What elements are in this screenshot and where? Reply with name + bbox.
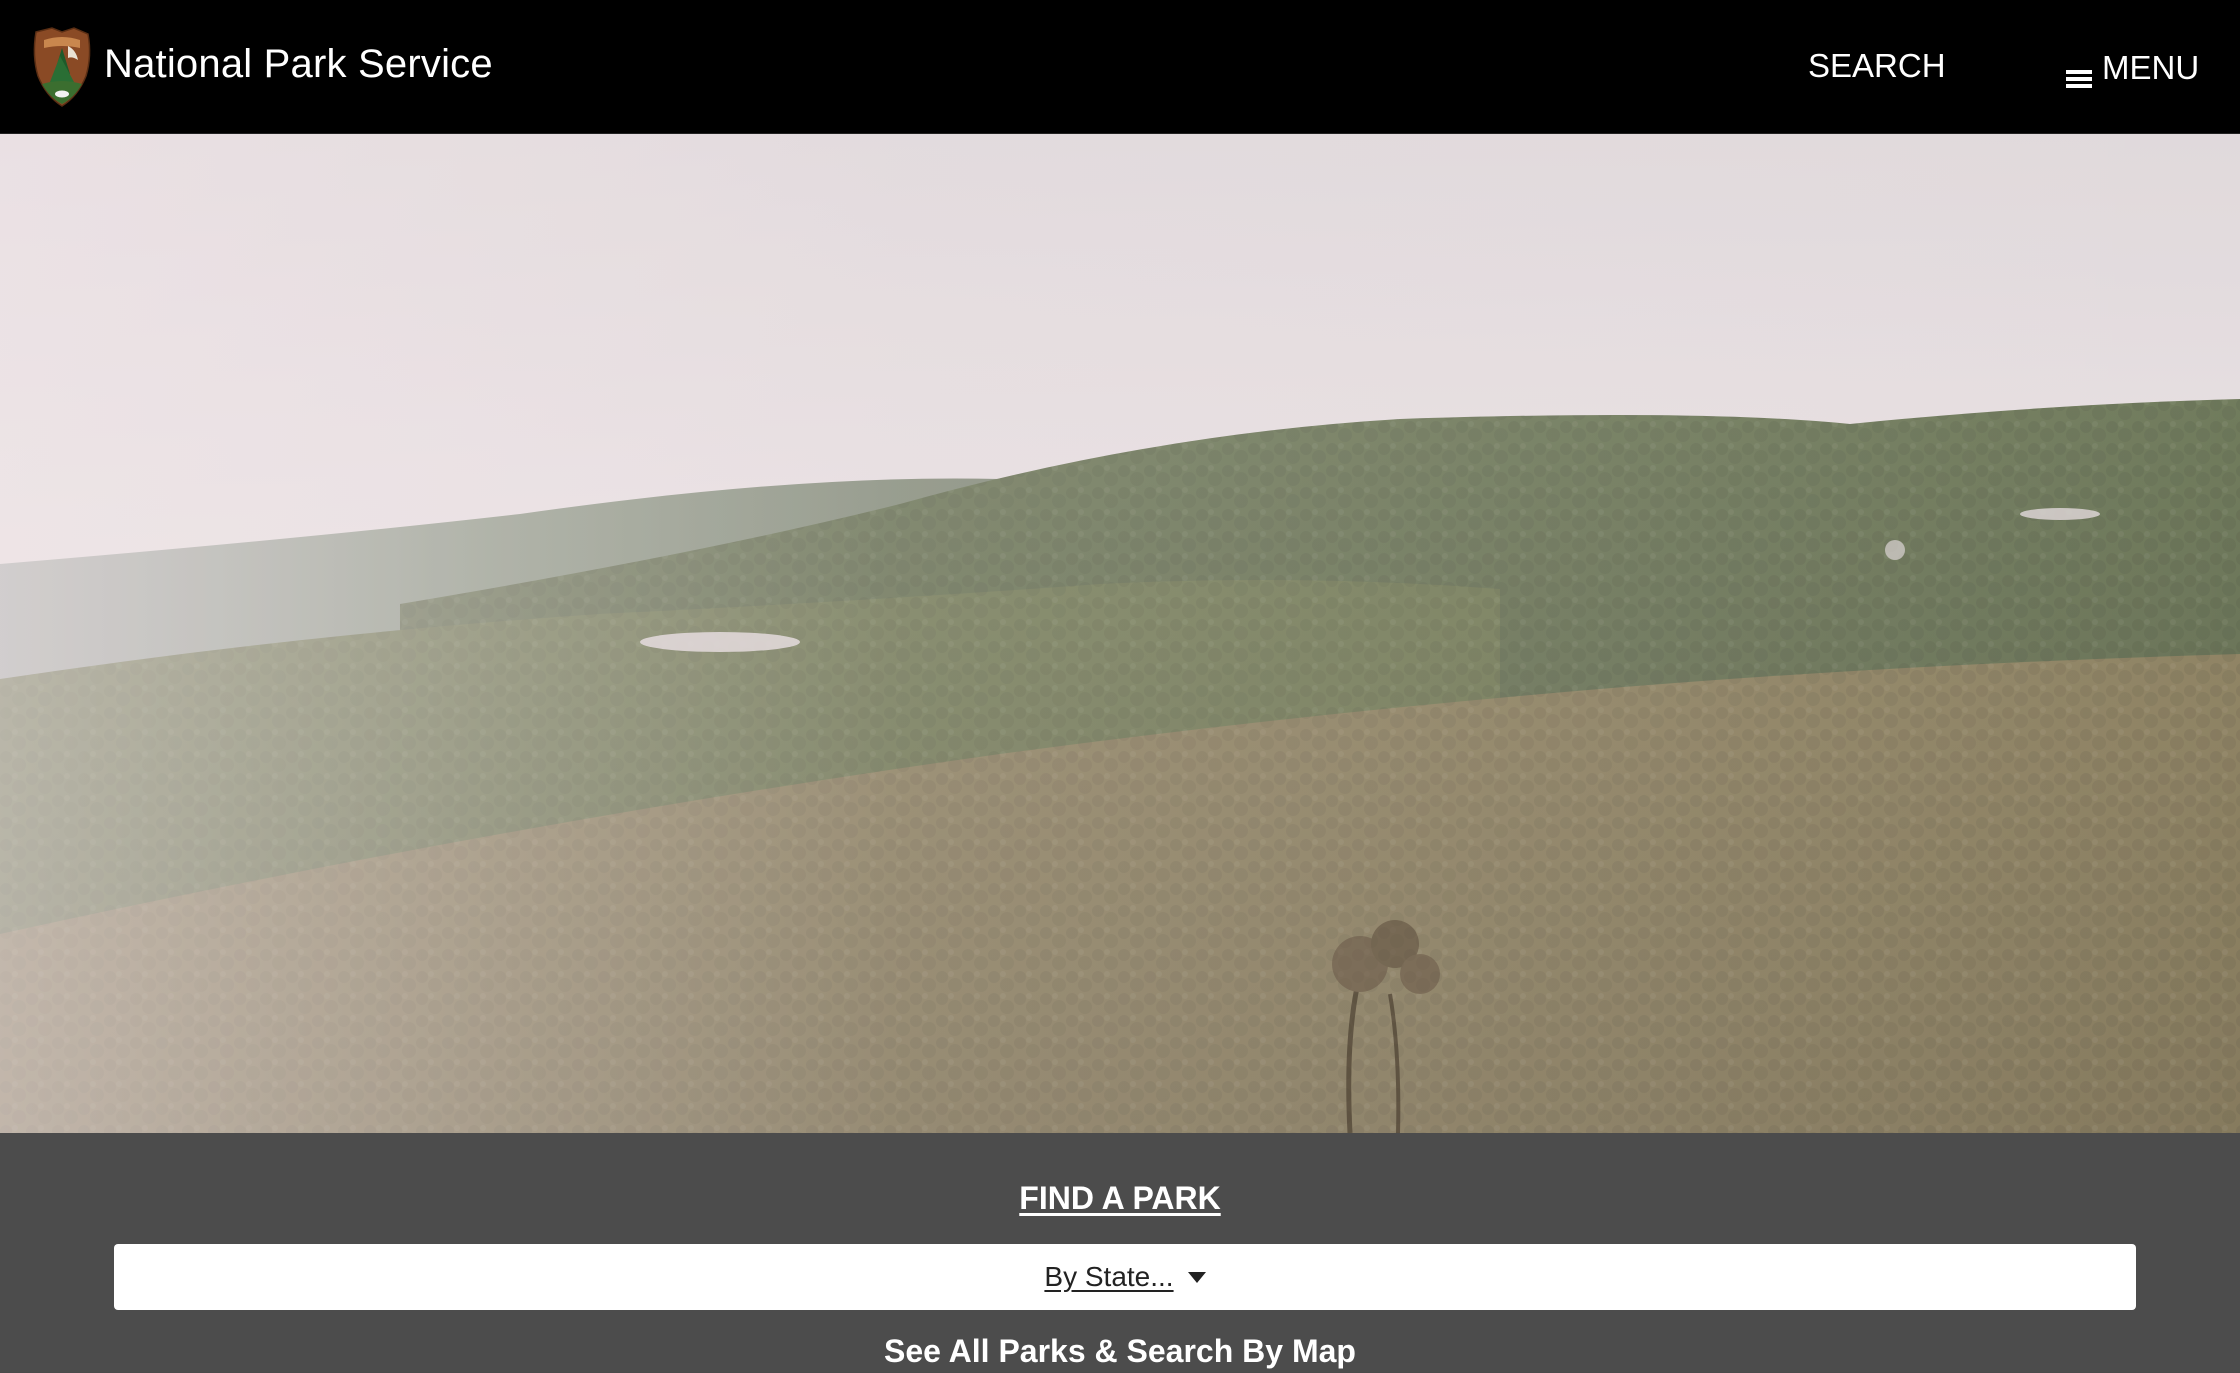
nps-arrowhead-icon[interactable] xyxy=(30,26,94,108)
site-header: National Park Service SEARCH MENU xyxy=(0,0,2240,134)
find-park-heading[interactable]: FIND A PARK xyxy=(0,1176,2240,1220)
caret-down-icon xyxy=(1187,1271,1206,1283)
menu-label: MENU xyxy=(2102,49,2200,86)
state-select[interactable]: By State... xyxy=(114,1244,2136,1310)
site-title[interactable]: National Park Service xyxy=(104,38,493,90)
search-button[interactable]: SEARCH xyxy=(1808,44,1946,88)
hero-image xyxy=(0,134,2240,1133)
menu-button[interactable]: MENU xyxy=(2066,46,2199,90)
hamburger-icon xyxy=(2066,57,2092,88)
state-select-label: By State... xyxy=(1044,1261,1174,1292)
all-parks-link[interactable]: See All Parks & Search By Map xyxy=(0,1329,2240,1373)
find-park-panel: FIND A PARK By State... See All Parks & … xyxy=(0,1133,2240,1372)
